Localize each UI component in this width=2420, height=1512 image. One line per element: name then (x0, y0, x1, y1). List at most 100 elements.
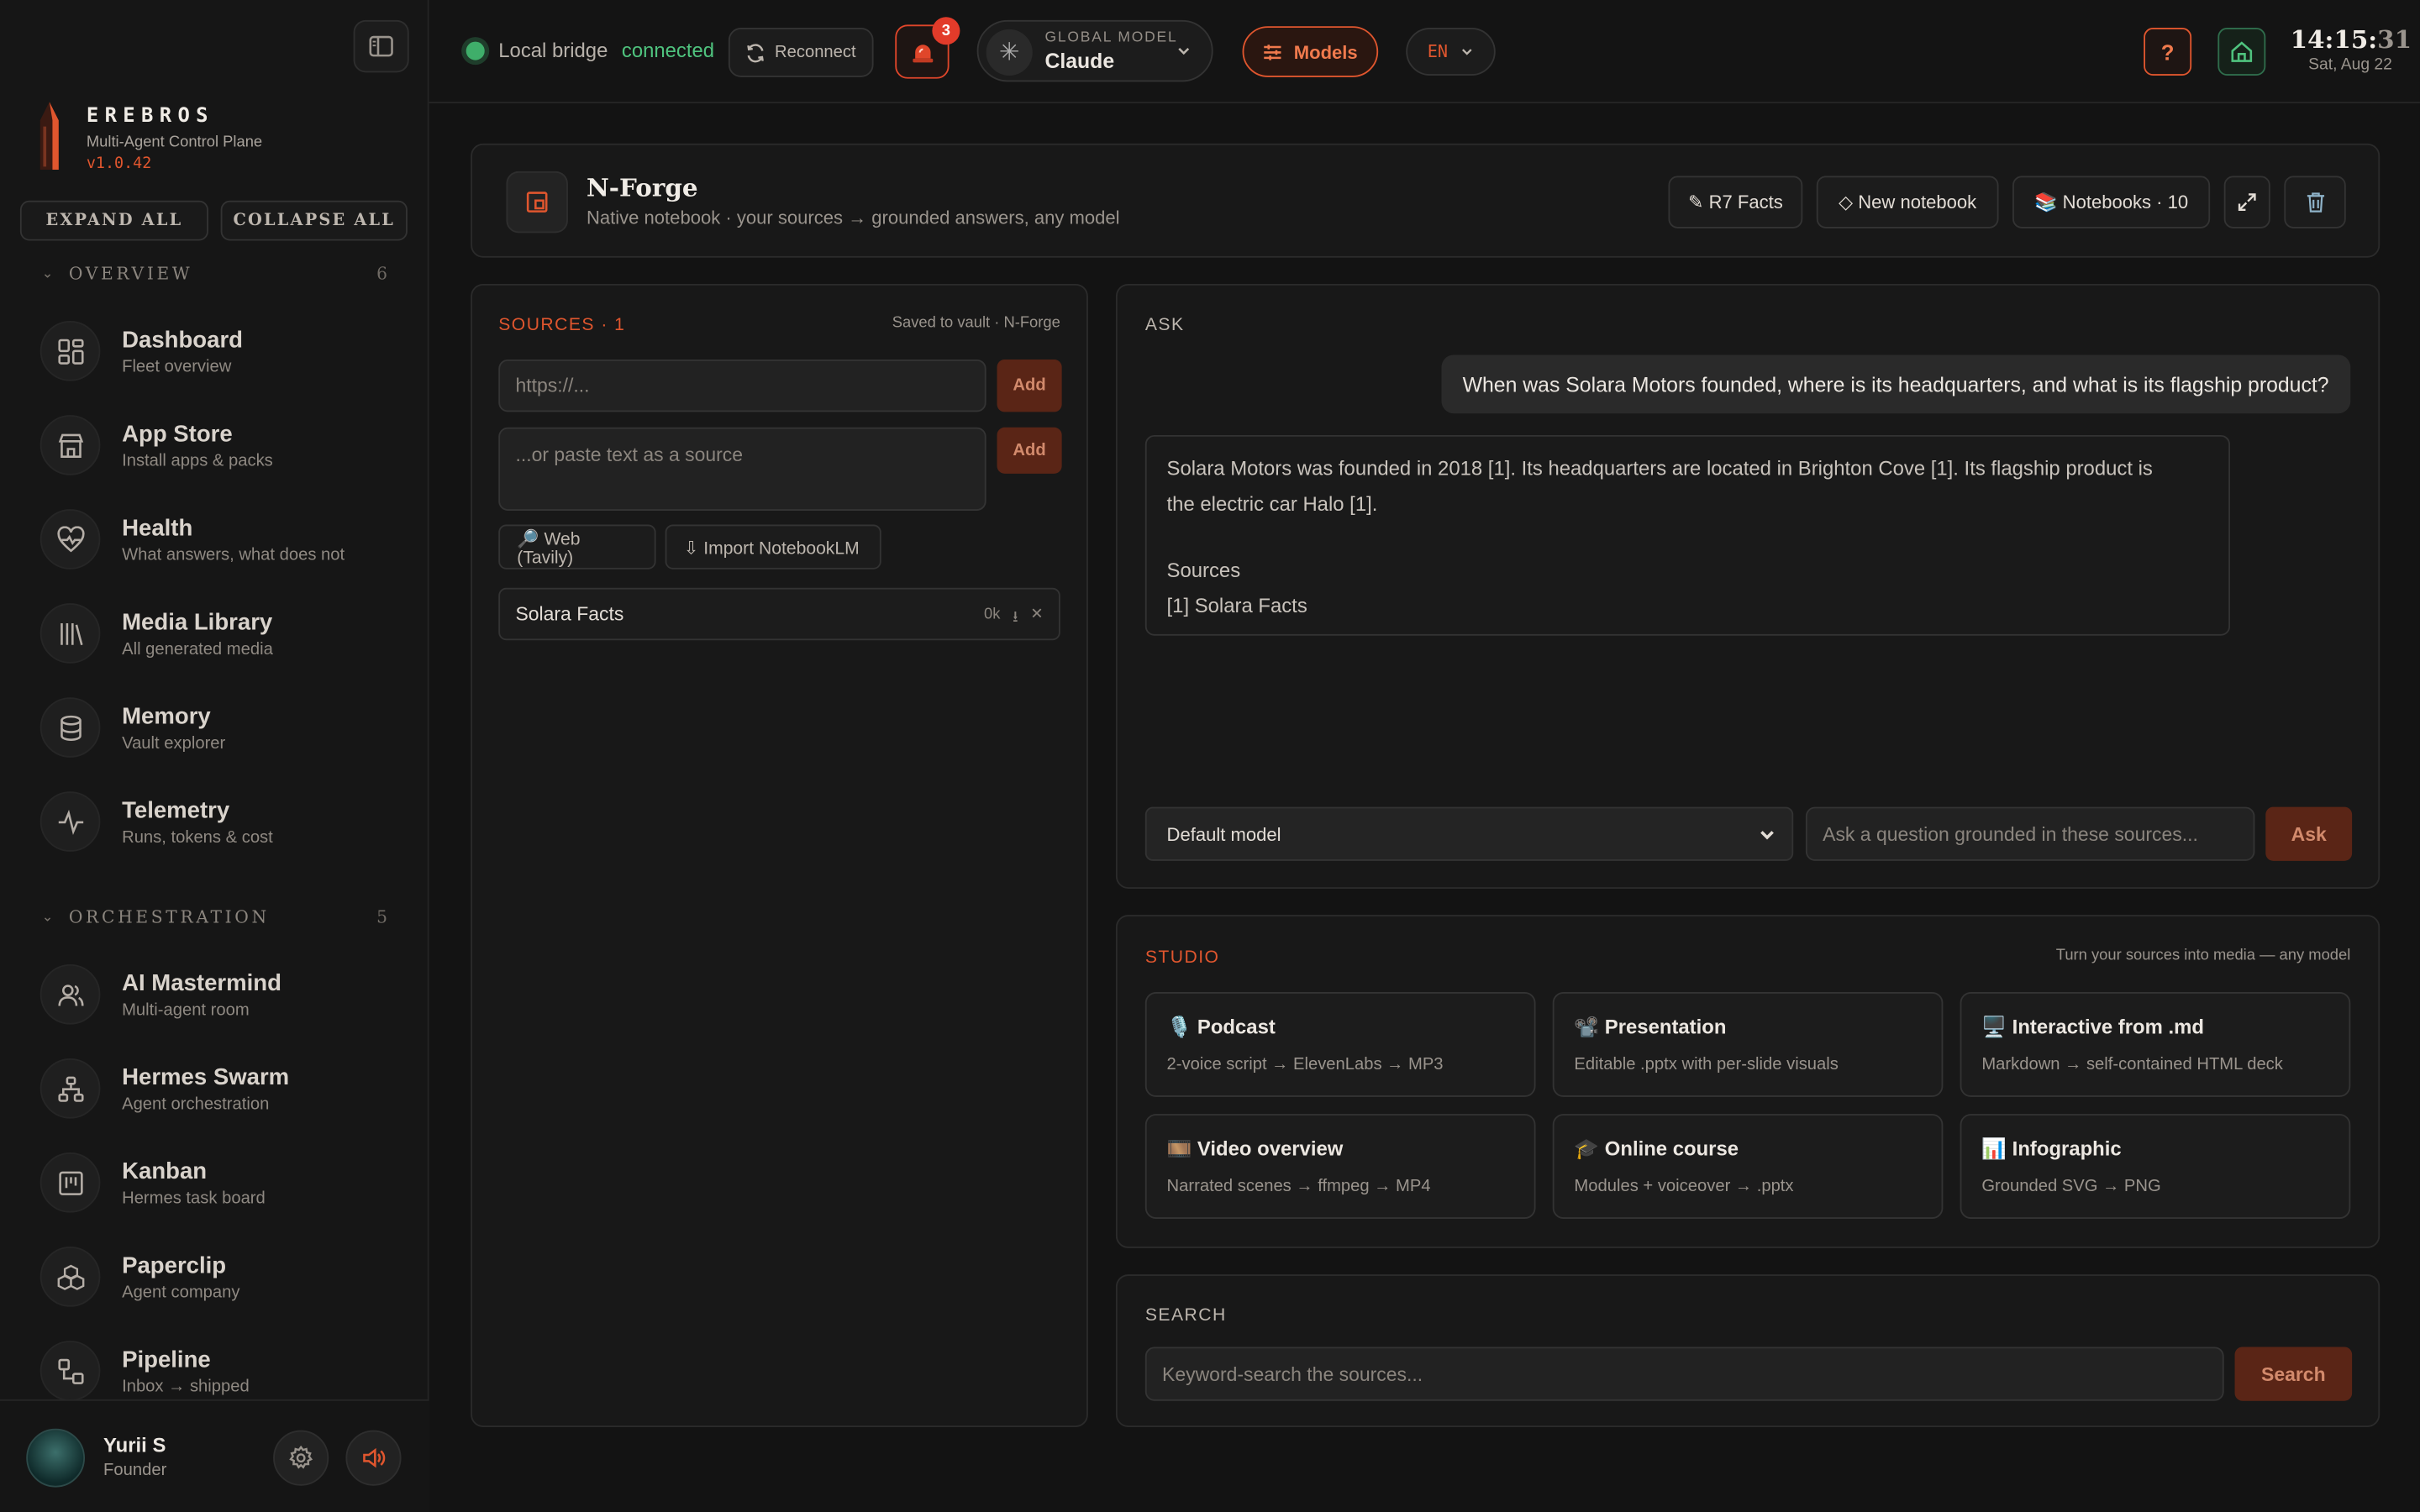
ask-input[interactable]: Ask a question grounded in these sources… (1805, 806, 2255, 861)
r7-facts-button[interactable]: ✎ R7 Facts (1668, 176, 1803, 228)
answer-line: the electric car Halo [1]. (1166, 491, 1378, 516)
sidebar-item-health[interactable]: Health What answers, what does not (39, 509, 411, 570)
tile-title: 🎞️ Video overview (1166, 1137, 1344, 1161)
answer-box: Solara Motors was founded in 2018 [1]. I… (1144, 434, 2231, 636)
sidebar-item-ai-mastermind[interactable]: AI Mastermind Multi-agent room (39, 963, 411, 1025)
clock-seconds: 31 (2377, 24, 2412, 55)
section-orchestration[interactable]: ⌄ ORCHESTRATION 5 (42, 907, 387, 927)
studio-interactive[interactable]: 🖥️ Interactive from .md Markdown → self-… (1960, 991, 2351, 1097)
chevron-down-icon (1462, 49, 1472, 55)
source-name: Solara Facts (515, 603, 624, 625)
chevron-down-icon (1760, 831, 1774, 840)
source-text-input[interactable]: ...or paste text as a source (498, 427, 986, 511)
settings-button[interactable] (273, 1430, 329, 1486)
library-icon (39, 603, 101, 664)
sidebar-item-sub: Vault explorer (122, 733, 226, 753)
ask-title: ASK (1144, 316, 1185, 335)
sound-button[interactable] (345, 1430, 402, 1486)
global-model-select[interactable]: ✳ GLOBAL MODEL Claude (976, 19, 1213, 82)
sidebar-item-sub: All generated media (122, 639, 273, 659)
language-select[interactable]: EN (1406, 28, 1496, 76)
help-button[interactable]: ? (2144, 28, 2192, 76)
close-icon[interactable]: ✕ (1030, 606, 1043, 633)
reconnect-button[interactable]: Reconnect (728, 28, 873, 77)
search-input[interactable]: Keyword-search the sources... (1144, 1347, 2224, 1401)
home-icon (2231, 41, 2253, 62)
sidebar-item-telemetry[interactable]: Telemetry Runs, tokens & cost (39, 791, 411, 852)
sidebar-item-label: Dashboard (122, 326, 244, 353)
sidebar-item-paperclip[interactable]: Paperclip Agent company (39, 1247, 411, 1307)
brand-name: EREBROS (86, 104, 214, 129)
tile-title: 🎓 Online course (1574, 1137, 1739, 1161)
brand-subtitle: Multi-Agent Control Plane (86, 134, 263, 151)
answer-line: Solara Motors was founded in 2018 [1]. I… (1166, 456, 2153, 480)
add-text-button[interactable]: Add (997, 427, 1062, 474)
download-icon[interactable]: ⭳ (1013, 606, 1018, 633)
source-item[interactable]: Solara Facts 0k ⭳ ✕ (498, 587, 1060, 641)
studio-online-course[interactable]: 🎓 Online course Modules + voiceover → .p… (1552, 1114, 1944, 1219)
speaker-icon (363, 1447, 386, 1468)
avatar[interactable] (26, 1428, 86, 1488)
model-asterisk-icon: ✳ (986, 29, 1033, 76)
grid-icon (39, 321, 101, 381)
clock: 14:15:31 Sat, Aug 22 (2290, 24, 2412, 74)
search-panel: SEARCH Keyword-search the sources... Sea… (1115, 1274, 2381, 1427)
section-count: 5 (376, 906, 388, 927)
studio-podcast[interactable]: 🎙️ Podcast 2-voice script → ElevenLabs →… (1144, 991, 1536, 1097)
sidebar-item-label: Hermes Swarm (122, 1063, 290, 1090)
web-tavily-button[interactable]: 🔎 Web (Tavily) (498, 524, 656, 570)
notebook-icon (506, 171, 568, 234)
section-overview[interactable]: ⌄ OVERVIEW 6 (42, 264, 387, 284)
expand-all-button[interactable]: EXPAND ALL (19, 200, 208, 241)
sidebar-item-memory[interactable]: Memory Vault explorer (39, 697, 411, 758)
network-icon (39, 1058, 101, 1119)
sidebar-item-hermes-swarm[interactable]: Hermes Swarm Agent orchestration (39, 1058, 411, 1119)
section-title: OVERVIEW (68, 264, 193, 284)
models-label: Models (1293, 40, 1358, 63)
expand-icon (2238, 193, 2256, 211)
refresh-icon (747, 43, 764, 62)
model-select-value: Default model (1166, 822, 1281, 845)
sidebar-item-kanban[interactable]: Kanban Hermes task board (39, 1152, 411, 1213)
alerts-button[interactable]: 3 (895, 17, 960, 79)
source-url-input[interactable]: https://... (498, 359, 986, 412)
add-url-button[interactable]: Add (997, 359, 1062, 412)
erebros-logo-icon (39, 102, 59, 171)
sidebar-item-pipeline[interactable]: Pipeline Inbox → shipped (39, 1341, 411, 1401)
delete-notebook-button[interactable] (2284, 176, 2346, 228)
studio-panel: STUDIO Turn your sources into media — an… (1115, 915, 2381, 1248)
notebooks-button[interactable]: 📚 Notebooks · 10 (2012, 176, 2211, 228)
home-button[interactable] (2217, 28, 2266, 76)
user-bar: Yurii S Founder (0, 1399, 429, 1512)
new-notebook-button[interactable]: ◇ New notebook (1816, 176, 1999, 228)
sidebar-item-label: Media Library (122, 608, 273, 635)
sidebar-item-sub: Install apps & packs (122, 451, 273, 470)
ask-button[interactable]: Ask (2265, 806, 2353, 861)
studio-presentation[interactable]: 📽️ Presentation Editable .pptx with per-… (1552, 991, 1944, 1097)
sidebar-item-sub: What answers, what does not (122, 545, 345, 564)
notebook-header: N-Forge Native notebook · your sources →… (471, 143, 2381, 258)
import-notebooklm-button[interactable]: ⇩ Import NotebookLM (665, 524, 881, 570)
model-select[interactable]: Default model (1144, 806, 1794, 861)
sidebar-item-app-store[interactable]: App Store Install apps & packs (39, 415, 411, 475)
studio-video-overview[interactable]: 🎞️ Video overview Narrated scenes → ffmp… (1144, 1114, 1536, 1219)
collapse-all-button[interactable]: COLLAPSE ALL (220, 200, 408, 241)
expand-button[interactable] (2223, 176, 2270, 228)
models-button[interactable]: Models (1242, 26, 1379, 77)
sidebar: EREBROS Multi-Agent Control Plane v1.0.4… (0, 0, 429, 1512)
sidebar-item-media-library[interactable]: Media Library All generated media (39, 603, 411, 664)
studio-title: STUDIO (1144, 948, 1220, 968)
sidebar-item-label: Kanban (122, 1158, 208, 1184)
studio-infographic[interactable]: 📊 Infographic Grounded SVG → PNG (1960, 1114, 2351, 1219)
sidebar-collapse-button[interactable] (353, 19, 409, 73)
tile-desc: Modules + voiceover → .pptx (1574, 1177, 1794, 1196)
sidebar-item-dashboard[interactable]: Dashboard Fleet overview (39, 321, 411, 381)
siren-icon (912, 44, 933, 62)
clock-hm: 14:15: (2290, 24, 2378, 55)
sidebar-item-sub: Agent company (122, 1283, 240, 1302)
sidebar-panel-icon (369, 35, 393, 57)
search-button[interactable]: Search (2234, 1347, 2353, 1401)
bridge-label: Local bridge (498, 38, 608, 62)
activity-icon (39, 791, 101, 852)
answer-source-ref: [1] Solara Facts (1166, 594, 1307, 617)
